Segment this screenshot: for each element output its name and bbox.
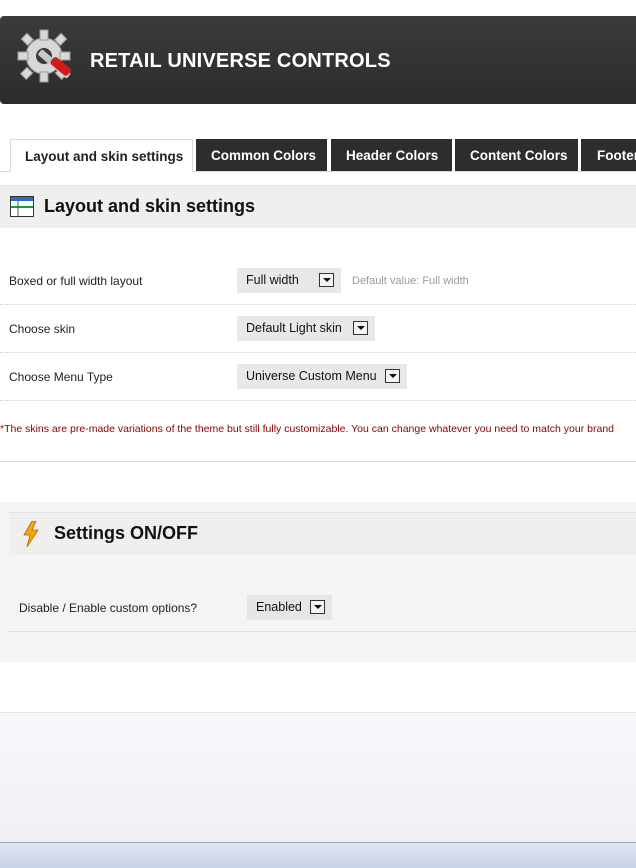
tab-header-colors[interactable]: Header Colors bbox=[331, 139, 452, 171]
tab-content-colors[interactable]: Content Colors bbox=[455, 139, 578, 171]
layout-select[interactable]: Full width bbox=[237, 268, 341, 293]
tab-bar: Layout and skin settings Common Colors H… bbox=[0, 139, 636, 172]
section-divider bbox=[0, 461, 636, 462]
chevron-down-icon[interactable] bbox=[353, 321, 368, 335]
layout-select-value: Full width bbox=[246, 273, 299, 287]
custom-options-select-value: Enabled bbox=[256, 600, 302, 614]
app-title: RETAIL UNIVERSE CONTROLS bbox=[90, 50, 391, 72]
skins-note: *The skins are pre-made variations of th… bbox=[0, 423, 615, 435]
app-header: RETAIL UNIVERSE CONTROLS bbox=[0, 16, 636, 104]
row-divider bbox=[0, 304, 636, 305]
menu-type-select[interactable]: Universe Custom Menu bbox=[237, 364, 407, 389]
skin-select-value: Default Light skin bbox=[246, 321, 342, 335]
row-label-skin: Choose skin bbox=[9, 322, 76, 336]
tab-footer[interactable]: Footer bbox=[581, 139, 636, 171]
skin-select[interactable]: Default Light skin bbox=[237, 316, 375, 341]
row-label-menu-type: Choose Menu Type bbox=[9, 370, 113, 384]
menu-type-select-value: Universe Custom Menu bbox=[246, 369, 377, 383]
row-divider bbox=[0, 352, 636, 353]
lightning-icon bbox=[23, 521, 39, 547]
page-bottom-bar bbox=[0, 842, 636, 868]
layout-default-hint: Default value: Full width bbox=[352, 275, 469, 287]
row-label-custom-options: Disable / Enable custom options? bbox=[19, 601, 198, 615]
chevron-down-icon[interactable] bbox=[310, 600, 325, 614]
layout-section-title: Layout and skin settings bbox=[44, 196, 256, 216]
row-divider bbox=[0, 400, 636, 401]
chevron-down-icon[interactable] bbox=[385, 369, 400, 383]
layout-grid-icon bbox=[10, 196, 34, 217]
chevron-down-icon[interactable] bbox=[319, 273, 334, 287]
page-footer-area bbox=[0, 712, 636, 843]
row-label-layout: Boxed or full width layout bbox=[9, 274, 143, 288]
gear-wrench-icon bbox=[17, 29, 71, 83]
settings-section-title: Settings ON/OFF bbox=[54, 523, 198, 543]
row-divider bbox=[9, 631, 636, 632]
tab-layout-and-skin[interactable]: Layout and skin settings bbox=[10, 139, 193, 172]
custom-options-select[interactable]: Enabled bbox=[247, 595, 332, 620]
tab-common-colors[interactable]: Common Colors bbox=[196, 139, 327, 171]
